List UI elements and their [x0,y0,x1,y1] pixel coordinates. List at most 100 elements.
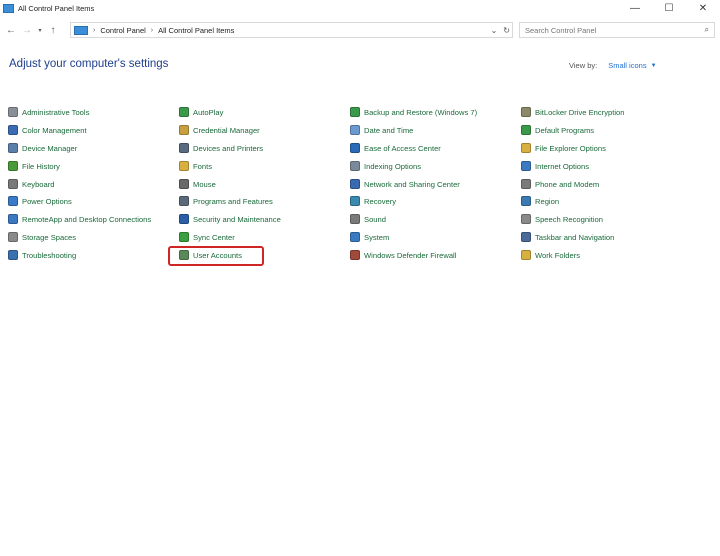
item-network-sharing[interactable]: Network and Sharing Center [350,176,460,192]
item-programs-features[interactable]: Programs and Features [179,193,273,209]
item-speech-recognition[interactable]: Speech Recognition [521,211,603,227]
date-time-icon [350,125,360,135]
item-label: System [364,232,390,242]
item-label: Security and Maintenance [193,214,281,224]
mouse-icon [179,179,189,189]
item-indexing-options[interactable]: Indexing Options [350,158,421,174]
region-icon [521,196,531,206]
item-sync-center[interactable]: Sync Center [179,229,235,245]
item-label: Administrative Tools [22,107,90,117]
close-button[interactable]: ✕ [686,0,720,16]
item-file-explorer-options[interactable]: File Explorer Options [521,140,606,156]
search-icon[interactable]: ⌕ [705,25,709,35]
item-label: Mouse [193,179,216,189]
internet-options-icon [521,161,531,171]
item-label: Indexing Options [364,161,421,171]
item-label: Color Management [22,125,87,135]
remoteapp-icon [8,214,18,224]
search-box[interactable]: ⌕ [519,22,715,38]
item-power-options[interactable]: Power Options [8,193,72,209]
item-storage-spaces[interactable]: Storage Spaces [8,229,76,245]
item-firewall[interactable]: Windows Defender Firewall [350,247,456,263]
breadcrumb-control-panel[interactable]: Control Panel [100,26,145,35]
taskbar-navigation-icon [521,232,531,242]
view-by: View by: Small icons ▼ [569,61,657,70]
item-color-management[interactable]: Color Management [8,122,87,138]
item-devices-printers[interactable]: Devices and Printers [179,140,263,156]
programs-features-icon [179,196,189,206]
caret-down-icon[interactable]: ▼ [651,63,657,69]
forward-button[interactable]: → [19,22,35,38]
item-label: Fonts [193,161,212,171]
item-sound[interactable]: Sound [350,211,386,227]
item-label: Recovery [364,196,397,206]
item-credential-manager[interactable]: Credential Manager [179,122,260,138]
breadcrumb-all-items[interactable]: All Control Panel Items [158,26,234,35]
item-bitlocker[interactable]: BitLocker Drive Encryption [521,104,624,120]
item-label: File Explorer Options [535,143,606,153]
work-folders-icon [521,250,531,260]
item-label: AutoPlay [193,107,224,117]
item-autoplay[interactable]: AutoPlay [179,104,223,120]
item-troubleshooting[interactable]: Troubleshooting [8,247,76,263]
address-bar[interactable]: › Control Panel › All Control Panel Item… [70,22,513,38]
item-label: Network and Sharing Center [364,179,460,189]
network-sharing-icon [350,179,360,189]
item-device-manager[interactable]: Device Manager [8,140,77,156]
search-input[interactable] [520,24,697,36]
item-label: Sync Center [193,232,235,242]
chevron-right-icon[interactable]: › [151,27,153,34]
item-recovery[interactable]: Recovery [350,193,396,209]
fonts-icon [179,161,189,171]
item-phone-modem[interactable]: Phone and Modem [521,176,599,192]
view-by-dropdown[interactable]: Small icons [608,61,646,70]
recent-locations-button[interactable]: ▾ [35,22,45,38]
phone-modem-icon [521,179,531,189]
back-button[interactable]: ← [3,22,19,38]
item-security-maintenance[interactable]: Security and Maintenance [179,211,281,227]
refresh-button[interactable]: ↻ [503,26,510,35]
item-label: BitLocker Drive Encryption [535,107,625,117]
credential-manager-icon [179,125,189,135]
backup-restore-icon [350,107,360,117]
item-date-time[interactable]: Date and Time [350,122,413,138]
address-actions: ⌄ ↻ [485,23,510,37]
sync-center-icon [179,232,189,242]
item-label: Devices and Printers [193,143,264,153]
item-label: File History [22,161,60,171]
item-fonts[interactable]: Fonts [179,158,212,174]
item-default-programs[interactable]: Default Programs [521,122,594,138]
view-by-label: View by: [569,61,598,70]
item-label: Programs and Features [193,196,273,206]
item-taskbar-navigation[interactable]: Taskbar and Navigation [521,229,614,245]
item-label: Speech Recognition [535,214,603,224]
item-label: Work Folders [535,250,581,260]
device-manager-icon [8,143,18,153]
item-admin-tools[interactable]: Administrative Tools [8,104,89,120]
item-system[interactable]: System [350,229,389,245]
item-ease-of-access[interactable]: Ease of Access Center [350,140,441,156]
troubleshooting-icon [8,250,18,260]
window-controls: — ☐ ✕ [618,0,720,16]
item-label: Sound [364,214,386,224]
maximize-button[interactable]: ☐ [652,0,686,16]
up-button[interactable]: ↑ [45,22,61,38]
title-bar: All Control Panel Items — ☐ ✕ [0,0,720,16]
file-history-icon [8,161,18,171]
chevron-right-icon: › [93,26,96,34]
keyboard-icon [8,179,18,189]
color-management-icon [8,125,18,135]
minimize-button[interactable]: — [618,0,652,16]
address-dropdown-button[interactable]: ⌄ [491,26,498,35]
item-label: Date and Time [364,125,414,135]
item-mouse[interactable]: Mouse [179,176,216,192]
item-region[interactable]: Region [521,193,559,209]
item-backup-restore[interactable]: Backup and Restore (Windows 7) [350,104,477,120]
item-keyboard[interactable]: Keyboard [8,176,55,192]
ease-of-access-icon [350,143,360,153]
item-file-history[interactable]: File History [8,158,60,174]
item-internet-options[interactable]: Internet Options [521,158,589,174]
item-work-folders[interactable]: Work Folders [521,247,580,263]
speech-recognition-icon [521,214,531,224]
item-remoteapp[interactable]: RemoteApp and Desktop Connections [8,211,151,227]
